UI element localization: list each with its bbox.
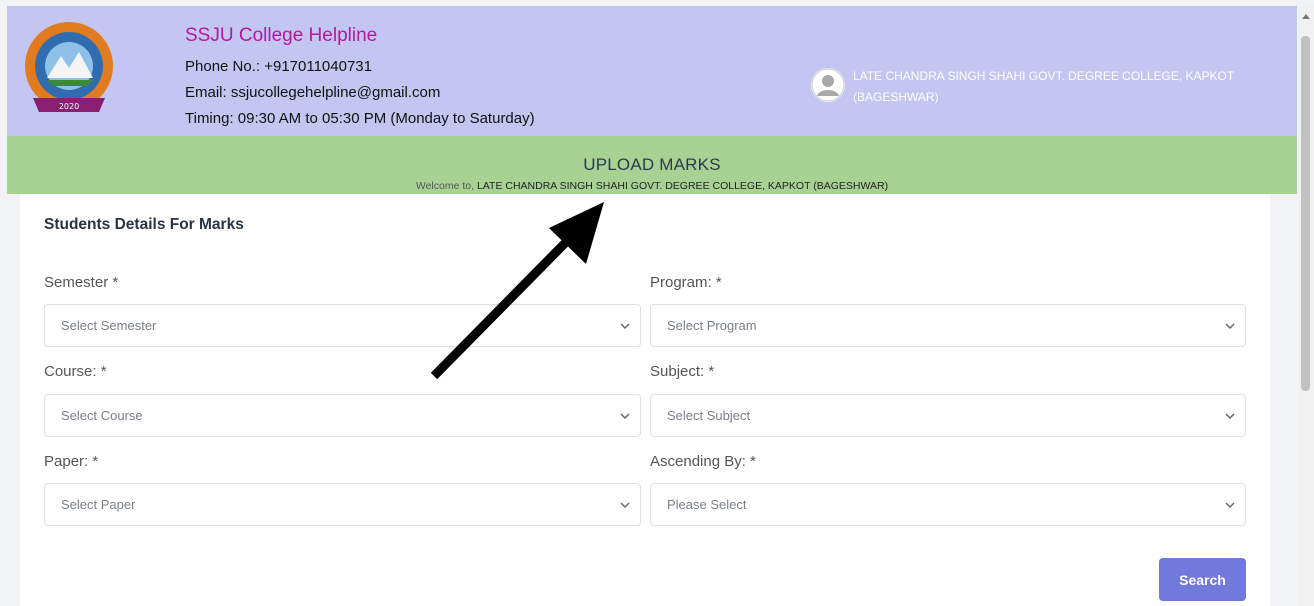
form-title: Students Details For Marks — [44, 216, 244, 233]
welcome-text: Welcome to, LATE CHANDRA SINGH SHAHI GOV… — [7, 180, 1297, 192]
ascending-by-select[interactable]: Please Select — [650, 483, 1246, 526]
ascending-by-label: Ascending By: * — [650, 453, 756, 470]
subject-label: Subject: * — [650, 363, 715, 380]
semester-label: Semester * — [44, 274, 119, 291]
helpline-email: Email: ssjucollegehelpline@gmail.com — [185, 84, 441, 101]
university-logo: 2020 — [21, 20, 117, 120]
chevron-down-icon — [620, 413, 630, 420]
semester-select[interactable]: Select Semester — [44, 304, 641, 347]
helpline-timing: Timing: 09:30 AM to 05:30 PM (Monday to … — [185, 110, 535, 127]
page-title: UPLOAD MARKS — [583, 155, 721, 174]
course-select-value: Select Course — [61, 408, 143, 423]
ascending-by-select-value: Please Select — [667, 497, 747, 512]
chevron-down-icon — [1225, 323, 1235, 330]
search-button[interactable]: Search — [1159, 558, 1246, 601]
chevron-down-icon — [620, 502, 630, 509]
helpline-phone: Phone No.: +917011040731 — [185, 58, 372, 75]
subject-select[interactable]: Select Subject — [650, 394, 1246, 437]
course-select[interactable]: Select Course — [44, 394, 641, 437]
page-scrollbar[interactable] — [1298, 6, 1314, 606]
scroll-thumb[interactable] — [1301, 36, 1310, 391]
paper-select-value: Select Paper — [61, 497, 136, 512]
marks-form-card: Students Details For Marks Semester * Se… — [20, 194, 1270, 606]
chevron-down-icon — [620, 323, 630, 330]
paper-select[interactable]: Select Paper — [44, 483, 641, 526]
page-banner: UPLOAD MARKS Welcome to, LATE CHANDRA SI… — [7, 136, 1297, 194]
header-bar: 2020 SSJU College Helpline Phone No.: +9… — [7, 6, 1297, 136]
welcome-prefix: Welcome to, — [415, 180, 475, 192]
semester-select-value: Select Semester — [61, 318, 157, 333]
program-select-value: Select Program — [667, 318, 757, 333]
helpline-title: SSJU College Helpline — [185, 25, 378, 46]
chevron-down-icon — [1225, 502, 1235, 509]
scroll-up-arrow-icon[interactable] — [1302, 14, 1310, 19]
program-label: Program: * — [650, 274, 722, 291]
chevron-down-icon — [1225, 413, 1235, 420]
college-name[interactable]: LATE CHANDRA SINGH SHAHI GOVT. DEGREE CO… — [853, 66, 1293, 108]
course-label: Course: * — [44, 363, 107, 380]
program-select[interactable]: Select Program — [650, 304, 1246, 347]
user-avatar-icon[interactable] — [811, 68, 845, 102]
welcome-college: LATE CHANDRA SINGH SHAHI GOVT. DEGREE CO… — [476, 180, 889, 192]
paper-label: Paper: * — [44, 453, 99, 470]
logo-year-text: 2020 — [59, 102, 79, 111]
subject-select-value: Select Subject — [667, 408, 751, 423]
